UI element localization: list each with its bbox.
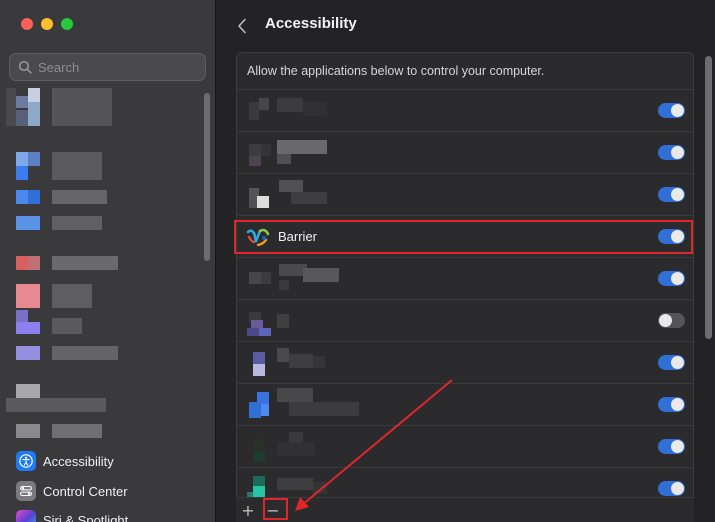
app-icon-redacted bbox=[245, 98, 271, 124]
panel-description: Allow the applications below to control … bbox=[247, 64, 545, 78]
app-toggle[interactable] bbox=[658, 397, 685, 412]
sidebar-item-label: Siri & Spotlight bbox=[43, 512, 129, 522]
list-footer bbox=[236, 497, 694, 522]
zoom-window-button[interactable] bbox=[61, 18, 73, 30]
sidebar-scrollbar[interactable] bbox=[204, 93, 210, 261]
siri-icon bbox=[16, 510, 36, 522]
remove-button-highlight bbox=[263, 498, 288, 520]
close-window-button[interactable] bbox=[21, 18, 33, 30]
sidebar-item-siri-spotlight[interactable]: Siri & Spotlight bbox=[16, 508, 128, 522]
app-row[interactable] bbox=[237, 89, 693, 131]
sidebar-item-label: Control Center bbox=[43, 483, 128, 499]
back-button[interactable] bbox=[234, 16, 250, 36]
list-scrollbar[interactable] bbox=[705, 56, 712, 339]
app-icon-redacted bbox=[245, 350, 271, 376]
barrier-row-highlight bbox=[234, 220, 693, 254]
app-toggle[interactable] bbox=[658, 481, 685, 496]
app-row[interactable] bbox=[237, 173, 693, 215]
search-icon bbox=[18, 60, 32, 74]
app-row[interactable] bbox=[237, 425, 693, 467]
app-icon-redacted bbox=[245, 308, 271, 336]
app-row[interactable] bbox=[237, 341, 693, 383]
app-toggle[interactable] bbox=[658, 145, 685, 160]
app-toggle[interactable] bbox=[658, 355, 685, 370]
chevron-left-icon bbox=[238, 18, 246, 34]
add-app-button[interactable]: + bbox=[238, 500, 258, 520]
app-row[interactable] bbox=[237, 131, 693, 173]
app-icon-redacted bbox=[245, 182, 271, 208]
app-icon-redacted bbox=[245, 392, 271, 418]
app-toggle[interactable] bbox=[658, 313, 685, 328]
app-toggle[interactable] bbox=[658, 439, 685, 454]
app-toggle[interactable] bbox=[658, 271, 685, 286]
control-center-icon bbox=[16, 481, 36, 501]
app-toggle[interactable] bbox=[658, 103, 685, 118]
sidebar: Accessibility Control Center Siri & Spot… bbox=[0, 0, 216, 522]
accessibility-icon bbox=[16, 451, 36, 471]
minimize-window-button[interactable] bbox=[41, 18, 53, 30]
sidebar-item-control-center[interactable]: Control Center bbox=[16, 479, 128, 503]
app-icon-redacted bbox=[245, 140, 271, 166]
app-icon-redacted bbox=[245, 434, 271, 462]
app-row[interactable] bbox=[237, 299, 693, 341]
page-title: Accessibility bbox=[265, 15, 357, 32]
app-row[interactable] bbox=[237, 383, 693, 425]
search-input[interactable] bbox=[38, 59, 198, 75]
search-field[interactable] bbox=[9, 53, 206, 81]
app-permissions-list: Allow the applications below to control … bbox=[236, 52, 694, 522]
app-row[interactable] bbox=[237, 257, 693, 299]
sidebar-item-label: Accessibility bbox=[43, 453, 114, 469]
app-icon-redacted bbox=[245, 266, 271, 292]
sidebar-item-accessibility[interactable]: Accessibility bbox=[16, 449, 114, 473]
app-toggle[interactable] bbox=[658, 187, 685, 202]
system-settings-window: Accessibility Control Center Siri & Spot… bbox=[0, 0, 715, 522]
